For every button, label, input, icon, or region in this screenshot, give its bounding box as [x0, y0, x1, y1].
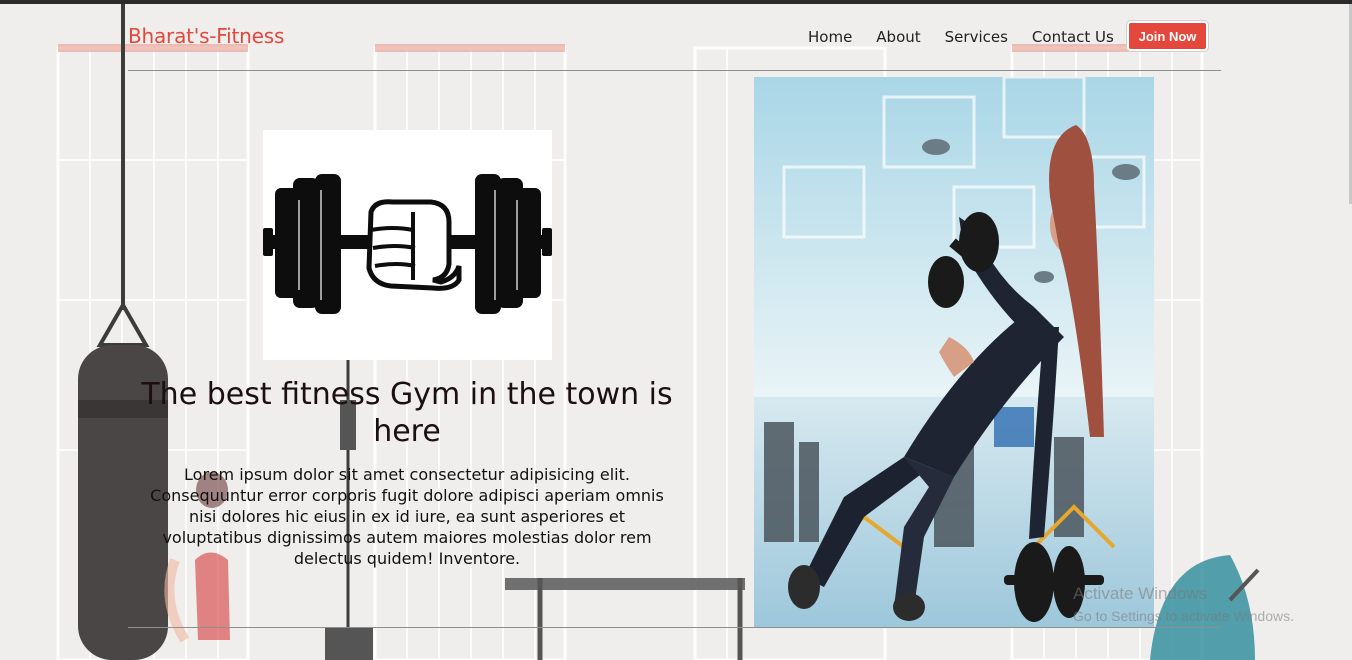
workout-photo-illustration: [754, 77, 1154, 627]
dumbbell-fist-icon: [263, 174, 552, 314]
activate-windows-title: Activate Windows: [1073, 584, 1208, 603]
nav-services-link[interactable]: Services: [945, 28, 1008, 46]
nav-about-link[interactable]: About: [876, 28, 920, 46]
hero-workout-photo: [754, 77, 1154, 627]
join-now-button[interactable]: Join Now: [1127, 21, 1208, 51]
hero-headline: The best fitness Gym in the town is here: [141, 377, 673, 449]
header-divider: [128, 70, 1221, 71]
gym-logo: [263, 130, 552, 360]
footer-divider: [128, 627, 1221, 628]
activate-windows-subtitle: Go to Settings to activate Windows.: [1073, 608, 1294, 624]
nav-contact-link[interactable]: Contact Us: [1032, 28, 1114, 46]
brand-logo-text[interactable]: Bharat's-Fitness: [128, 24, 284, 48]
main-nav: Home About Services Contact Us: [800, 26, 1138, 48]
nav-home-link[interactable]: Home: [808, 28, 852, 46]
hero-paragraph: Lorem ipsum dolor sit amet consectetur a…: [150, 465, 664, 568]
